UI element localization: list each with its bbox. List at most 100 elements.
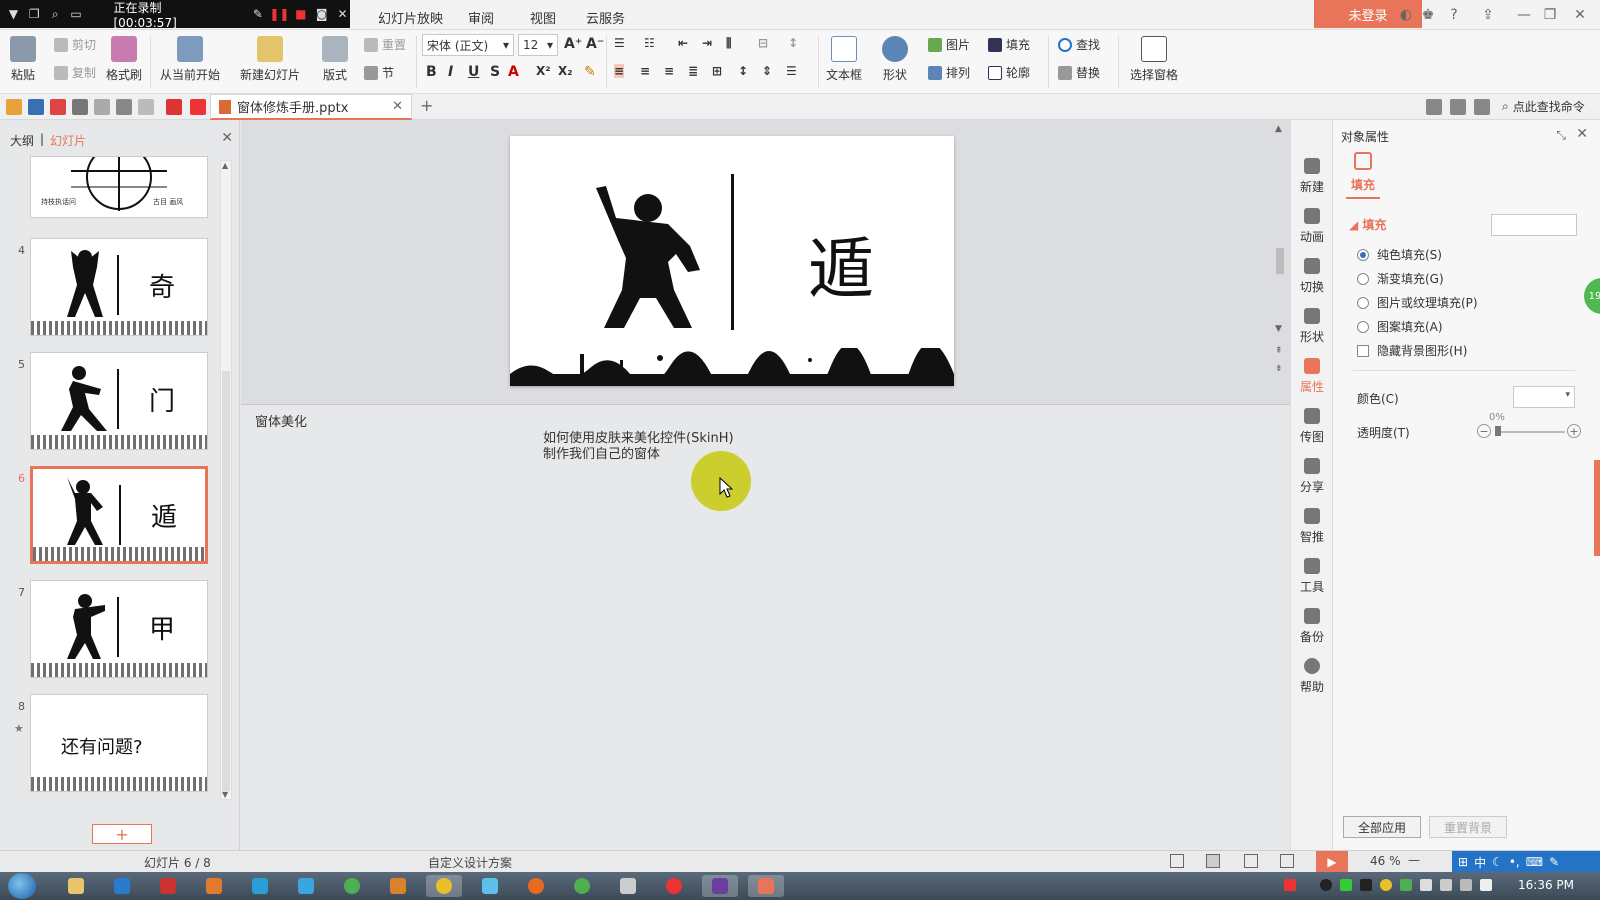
slide-thumbnail-3[interactable]: 持枝执话问 古目 画风 [30,156,208,218]
find-button[interactable]: 查找 [1058,36,1100,53]
numbered-list-icon[interactable]: ☷ [644,36,655,50]
taskbar-firefox[interactable] [518,875,554,897]
sidebar-item-upload-image[interactable]: 传图 [1291,408,1333,445]
slide-thumbnail-4[interactable]: 奇 [30,238,208,336]
tab-outline[interactable]: 大纲 [10,132,34,149]
tray-icon[interactable] [1420,879,1432,891]
replace-button[interactable]: 替换 [1058,64,1100,81]
shirt-icon[interactable]: ♚ [1418,5,1438,25]
restore-icon[interactable]: ❐ [1540,5,1560,25]
slide-thumbnail-8[interactable]: 还有问题? [30,694,208,792]
taskbar-app[interactable] [242,875,278,897]
add-slide-button[interactable]: + [92,824,152,844]
shrink-font-icon[interactable]: A⁻ [586,36,604,52]
taskbar-explorer[interactable] [58,875,94,897]
pin-icon[interactable] [1426,99,1442,115]
zoom-icon[interactable]: ⌕ [48,6,63,22]
pen-icon[interactable]: ✎ [251,6,266,22]
shape-button[interactable]: 形状 [882,36,908,83]
decrease-indent-icon[interactable]: ⇤ [678,36,688,50]
taskbar-app[interactable] [656,875,692,897]
sorter-view-icon[interactable] [1244,854,1258,868]
color-picker[interactable]: ▾ [1513,386,1575,408]
scroll-down-icon[interactable]: ▼ [222,790,228,799]
slides-scrollbar[interactable]: ▲ ▼ [220,160,232,800]
format-painter-button[interactable]: 格式刷 [106,36,142,83]
arrange-button[interactable]: 排列 [928,64,970,81]
side-tab[interactable] [1594,460,1600,556]
taskbar-wps-presentation[interactable] [748,875,784,897]
fill-section-header[interactable]: ◢ 填充 [1349,216,1386,233]
pattern-fill-option[interactable]: 图案填充(A) [1357,318,1443,335]
reset-background-button[interactable]: 重置背景 [1429,816,1507,838]
print-icon[interactable] [72,99,88,115]
taskbar-visual-studio[interactable] [702,875,738,897]
new-slide-button[interactable]: 新建幻灯片 [240,36,300,83]
start-button[interactable] [8,873,36,899]
sidebar-item-transition[interactable]: 切换 [1291,258,1333,295]
pause-icon[interactable]: ❚❚ [269,6,289,22]
window-close-icon[interactable]: ✕ [1570,5,1590,25]
sidebar-item-properties[interactable]: 属性 [1291,358,1333,395]
current-slide[interactable]: 遁 [510,136,954,386]
slideshow-play-button[interactable]: ▶ [1316,851,1348,873]
sidebar-item-animation[interactable]: 动画 [1291,208,1333,245]
increase-indent-icon[interactable]: ⇥ [702,36,712,50]
taskbar-app[interactable] [104,875,140,897]
editor-scrollbar[interactable]: ▲ ▼ ⇞ ⇟ [1273,124,1287,384]
scroll-down-icon[interactable]: ▼ [1275,324,1282,334]
menu-icon[interactable]: ▼ [6,6,21,22]
align-left-icon[interactable]: ≡ [614,64,625,78]
taskbar-chrome[interactable] [334,875,370,897]
window-icon[interactable]: ❐ [27,6,42,22]
camera-icon[interactable]: ◙ [314,6,329,22]
comment-icon[interactable] [1474,99,1490,115]
screen-icon[interactable]: ▭ [69,6,84,22]
font-color-button[interactable]: A [508,64,519,80]
share-icon[interactable] [1450,99,1466,115]
slide-thumbnail-5[interactable]: 门 [30,352,208,450]
tab-slides[interactable]: 幻灯片 [50,132,86,149]
tray-icon[interactable] [1340,879,1352,891]
sidebar-item-share[interactable]: 分享 [1291,458,1333,495]
picture-fill-option[interactable]: 图片或纹理填充(P) [1357,294,1478,311]
normal-view-icon[interactable] [1206,854,1220,868]
scroll-up-icon[interactable]: ▲ [222,161,228,170]
prev-slide-icon[interactable]: ⇞ [1275,346,1283,356]
upload-icon[interactable]: ⇪ [1478,5,1498,25]
hide-background-checkbox[interactable]: 隐藏背景图形(H) [1357,342,1467,359]
undo-icon[interactable] [116,99,132,115]
select-pane-button[interactable]: 选择窗格 [1130,36,1178,83]
underline-button[interactable]: U [468,64,479,80]
tab-cloud[interactable]: 云服务 [586,8,625,27]
line-spacing-icon[interactable]: ↕ [738,64,748,78]
decrease-icon[interactable]: − [1477,424,1491,438]
grow-font-icon[interactable]: A⁺ [564,36,582,52]
outline-button[interactable]: 轮廓 [988,64,1030,81]
tab-fill[interactable]: 填充 [1343,152,1383,199]
superscript-button[interactable]: X² [536,64,551,78]
subscript-button[interactable]: X₂ [558,64,573,78]
tray-icon[interactable] [1284,879,1296,891]
panel-close-icon[interactable]: ✕ [221,130,233,146]
tray-icon[interactable] [1400,879,1412,891]
save-icon[interactable] [28,99,44,115]
align-text-icon[interactable]: ⊟ [758,36,768,50]
taskbar-app[interactable] [610,875,646,897]
sidebar-item-shape[interactable]: 形状 [1291,308,1333,345]
bullet-list-icon[interactable]: ☰ [614,36,625,50]
italic-button[interactable]: I [448,64,453,80]
sidebar-item-recommend[interactable]: 智推 [1291,508,1333,545]
from-current-button[interactable]: 从当前开始 [160,36,220,83]
minimize-icon[interactable]: — [1514,5,1534,25]
paragraph-spacing-icon[interactable]: ⇕ [762,64,772,78]
fill-preview[interactable] [1491,214,1577,236]
gradient-fill-option[interactable]: 渐变填充(G) [1357,270,1444,287]
font-size-select[interactable]: 12 ▾ [518,34,558,56]
paste-button[interactable]: 粘贴 [10,36,36,83]
network-icon[interactable] [1460,879,1472,891]
sidebar-item-tools[interactable]: 工具 [1291,558,1333,595]
skin-icon[interactable]: ◐ [1396,5,1416,25]
battery-icon[interactable] [1440,879,1452,891]
slide-thumbnail-6[interactable]: 遁 [30,466,208,564]
